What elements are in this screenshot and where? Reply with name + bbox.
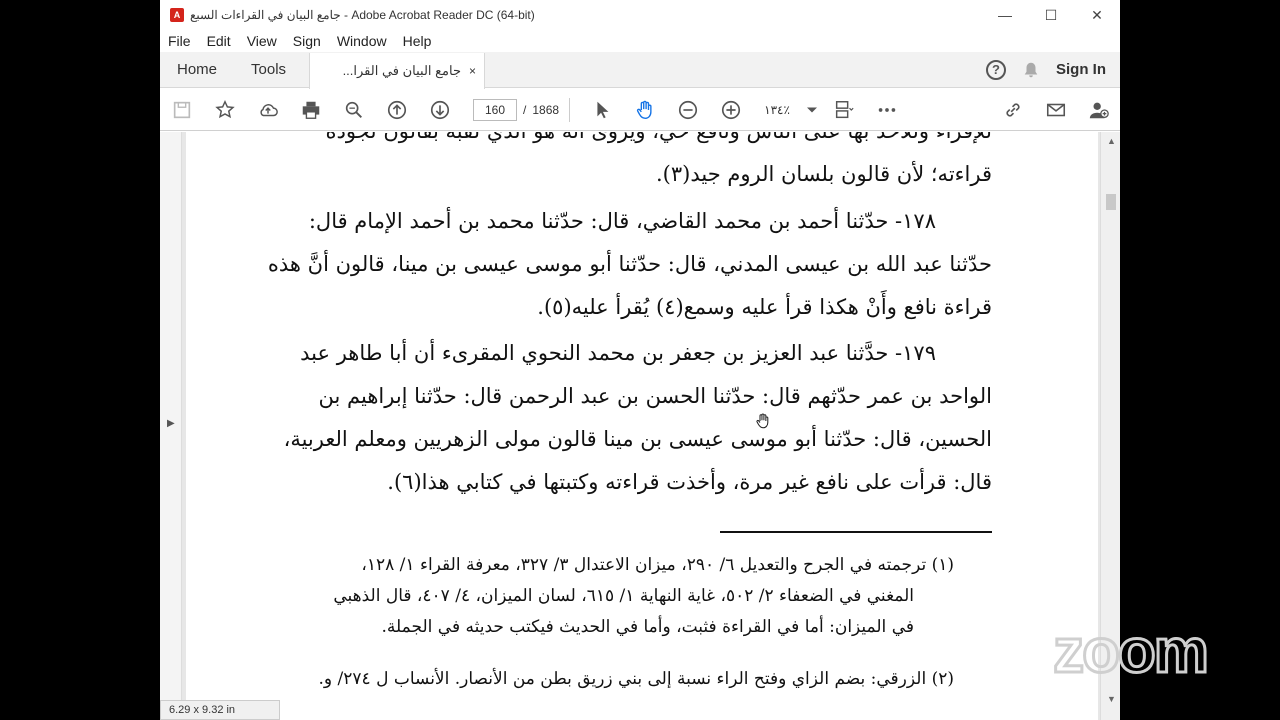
text-line: قراءة نافع وأَنْ هكذا قرأ عليه وسمع(٤) ي… xyxy=(537,295,992,319)
text-line: قراءته؛ لأن قالون بلسان الروم جيد(٣). xyxy=(656,162,992,186)
tab-tools[interactable]: Tools xyxy=(234,61,303,78)
footnote-line: (٢) الزرقي: بضم الزاي وفتح الراء نسبة إل… xyxy=(318,669,954,689)
text-line: ١٧٩- حدَّثنا عبد العزيز بن جعفر بن محمد … xyxy=(300,341,936,365)
acrobat-window: A جامع البيان في القراءات السبع - Adobe … xyxy=(160,0,1120,720)
more-tools-icon[interactable] xyxy=(865,89,908,131)
search-icon[interactable] xyxy=(332,89,375,131)
select-cursor-icon[interactable] xyxy=(580,89,623,131)
hand-cursor-icon xyxy=(754,412,772,435)
minimize-button[interactable]: — xyxy=(982,0,1028,30)
document-tab-label: جامع البيان في القرا... xyxy=(342,62,462,78)
menu-sign[interactable]: Sign xyxy=(285,33,329,49)
help-icon[interactable]: ? xyxy=(986,59,1006,80)
footnote-line: (١) ترجمته في الجرح والتعديل ٦/ ٢٩٠، ميز… xyxy=(361,555,954,575)
window-title: جامع البيان في القراءات السبع - Adobe Ac… xyxy=(190,8,535,22)
menu-window[interactable]: Window xyxy=(329,33,395,49)
menu-view[interactable]: View xyxy=(239,33,285,49)
zoom-in-icon[interactable] xyxy=(709,89,752,131)
zoom-level[interactable]: ١٣٤٪ xyxy=(752,103,802,117)
print-icon[interactable] xyxy=(289,89,332,131)
close-window-button[interactable]: ✕ xyxy=(1074,0,1120,30)
footnote-divider xyxy=(720,531,992,533)
toolbar: 160 / 1868 ١٣٤٪ xyxy=(160,89,1120,131)
bell-icon[interactable] xyxy=(1022,61,1040,79)
cloud-upload-icon[interactable] xyxy=(246,89,289,131)
tab-document[interactable]: جامع البيان في القرا... × xyxy=(309,52,486,89)
paragraph: ١٧٩- حدَّثنا عبد العزيز بن جعفر بن محمد … xyxy=(232,332,992,504)
scrollbar-thumb[interactable] xyxy=(1106,194,1116,210)
text-line: ١٧٨- حدّثنا أحمد بن محمد القاضي، قال: حد… xyxy=(308,209,936,233)
total-pages: 1868 xyxy=(532,102,560,117)
expand-panel-icon[interactable]: ▶ xyxy=(167,418,175,429)
paragraph: ١٧٨- حدّثنا أحمد بن محمد القاضي، قال: حد… xyxy=(232,200,992,329)
paragraph: للإقراء وللاحد بها على الناس ونافع حي، و… xyxy=(232,132,992,196)
close-tab-icon[interactable]: × xyxy=(469,64,476,78)
page-number-input[interactable]: 160 xyxy=(473,98,517,121)
zoom-watermark-text: zoom xyxy=(1053,620,1207,686)
title-bar: A جامع البيان في القراءات السبع - Adobe … xyxy=(160,0,1120,30)
toolbar-divider xyxy=(569,97,571,122)
sign-in-button[interactable]: Sign In xyxy=(1056,61,1106,78)
bookmark-star-icon[interactable] xyxy=(203,89,246,131)
left-panel-toggle[interactable]: ▶ xyxy=(160,132,182,720)
maximize-button[interactable]: ☐ xyxy=(1028,0,1074,30)
menu-file[interactable]: File xyxy=(160,33,199,49)
zoom-out-icon[interactable] xyxy=(666,89,709,131)
menu-edit[interactable]: Edit xyxy=(199,33,239,49)
acrobat-icon: A xyxy=(170,8,184,22)
chevron-down-icon[interactable] xyxy=(802,89,822,131)
zoom-watermark: zoom xyxy=(1052,620,1211,688)
previous-page-icon[interactable] xyxy=(375,89,418,131)
hand-tool-icon[interactable] xyxy=(623,89,666,131)
add-user-icon[interactable] xyxy=(1077,89,1120,131)
document-area[interactable]: ▶ للإقراء وللاحد بها على الناس ونافع حي،… xyxy=(160,132,1120,720)
footnote-line: المغني في الضعفاء ٢/ ٥٠٢، غاية النهاية ١… xyxy=(333,586,914,606)
email-icon[interactable] xyxy=(1034,89,1077,131)
tab-bar: Home Tools جامع البيان في القرا... × ? S… xyxy=(160,52,1120,89)
text-line: قال: قرأت على نافع غير مرة، وأخذت قراءته… xyxy=(387,470,992,494)
text-line: الحسين، قال: حدّثنا أبو موسى عيسى بن مين… xyxy=(283,427,992,451)
menu-bar: File Edit View Sign Window Help xyxy=(160,30,1120,52)
footnote: (٢) الزرقي: بضم الزاي وفتح الراء نسبة إل… xyxy=(232,664,992,695)
menu-help[interactable]: Help xyxy=(395,33,440,49)
next-page-icon[interactable] xyxy=(418,89,461,131)
page-size-status: 6.29 x 9.32 in xyxy=(160,700,280,720)
text-line: حدّثنا عبد الله بن عيسى المدني، قال: حدّ… xyxy=(267,252,992,276)
text-line: الواحد بن عمر حدّثهم قال: حدّثنا الحسن ب… xyxy=(318,384,992,408)
text-line: للإقراء وللاحد بها على الناس ونافع حي، و… xyxy=(232,132,992,153)
pdf-page: للإقراء وللاحد بها على الناس ونافع حي، و… xyxy=(186,132,1098,720)
scroll-up-icon[interactable]: ▲ xyxy=(1107,136,1116,146)
tab-home[interactable]: Home xyxy=(160,61,234,78)
scroll-down-icon[interactable]: ▼ xyxy=(1107,694,1116,704)
share-link-icon[interactable] xyxy=(991,89,1034,131)
footnote-line: في الميزان: أما في القراءة فثبت، وأما في… xyxy=(381,617,914,637)
page-separator: / xyxy=(523,102,527,117)
save-icon[interactable] xyxy=(160,89,203,131)
footnote: (١) ترجمته في الجرح والتعديل ٦/ ٢٩٠، ميز… xyxy=(232,550,992,643)
page-display-icon[interactable] xyxy=(822,89,865,131)
